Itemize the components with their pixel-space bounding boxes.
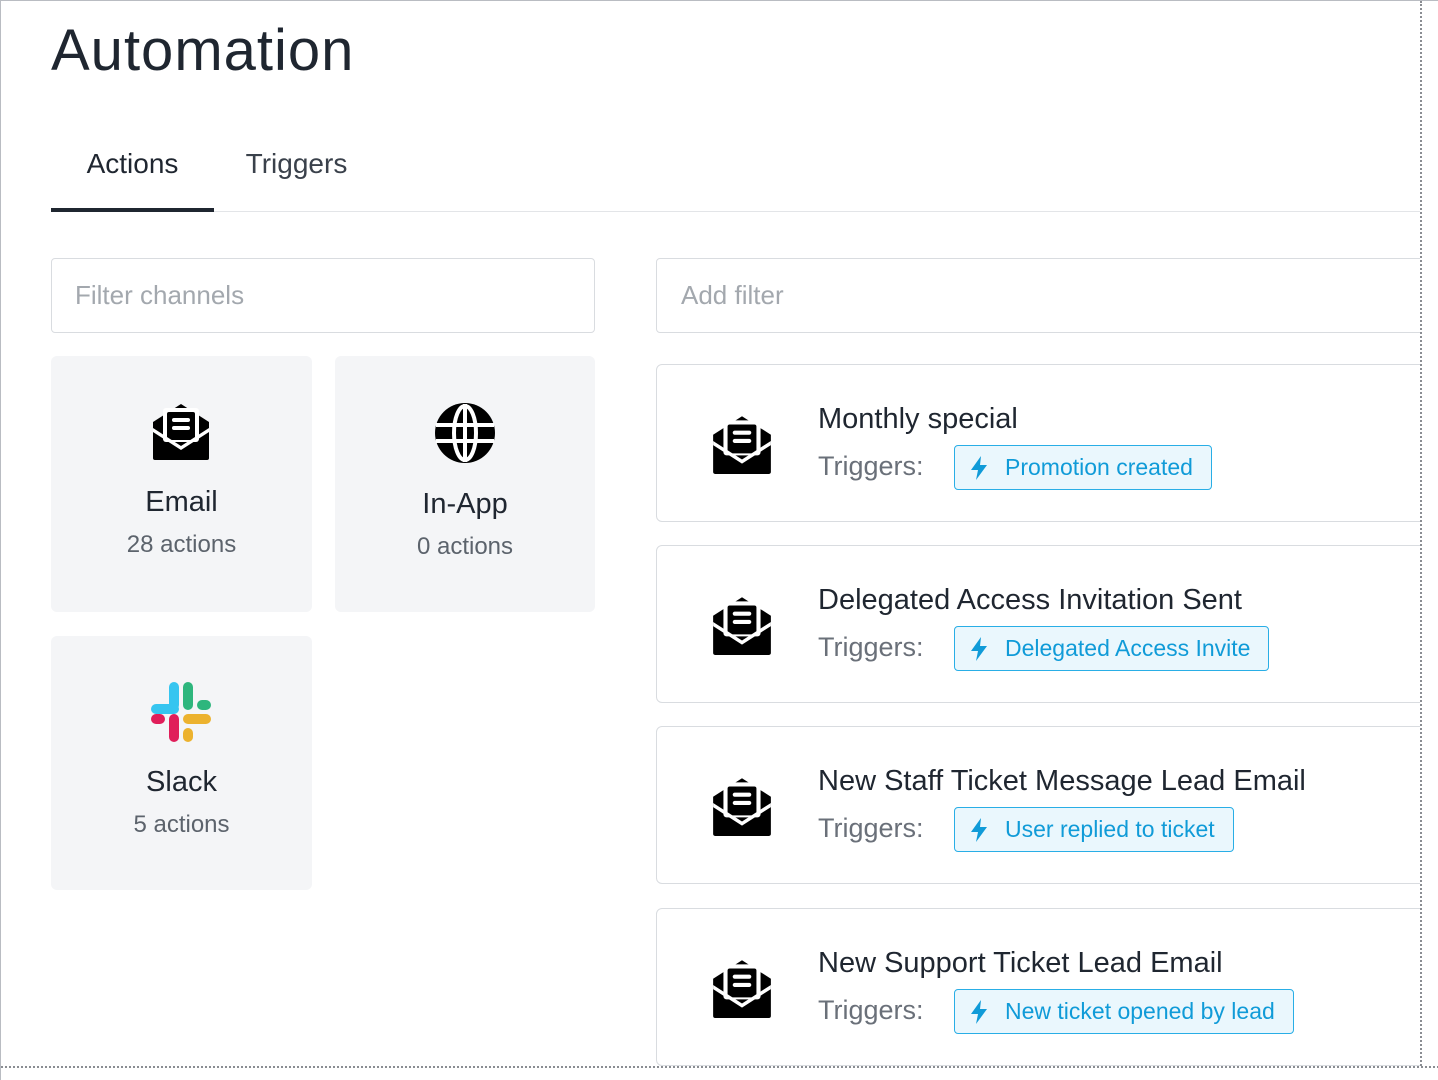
lightning-bolt-icon	[971, 818, 987, 842]
action-title: New Support Ticket Lead Email	[818, 947, 1223, 979]
triggers-label: Triggers:	[818, 451, 924, 481]
channel-card-slack[interactable]: Slack 5 actions	[51, 636, 312, 890]
app-window: Automation Actions Triggers Email 28 act…	[0, 0, 1438, 1080]
channel-action-count: 28 actions	[126, 531, 237, 558]
trigger-badge[interactable]: Delegated Access Invite	[954, 626, 1270, 671]
trigger-badge[interactable]: Promotion created	[954, 445, 1212, 490]
action-card-new-staff-ticket-message-lead-email[interactable]: New Staff Ticket Message Lead Email Trig…	[656, 726, 1438, 884]
trigger-badge[interactable]: User replied to ticket	[954, 807, 1234, 852]
tab-bar: Actions Triggers	[51, 119, 1421, 212]
envelope-open-text-icon	[713, 778, 771, 836]
filter-channels-input[interactable]	[51, 258, 595, 333]
channel-card-in-app[interactable]: In-App 0 actions	[335, 356, 595, 612]
triggers-label: Triggers:	[818, 813, 924, 843]
envelope-open-text-icon	[713, 960, 771, 1018]
action-card-new-support-ticket-lead-email[interactable]: New Support Ticket Lead Email Triggers: …	[656, 908, 1438, 1066]
lightning-bolt-icon	[971, 637, 987, 661]
torn-edge-right	[1420, 1, 1438, 1080]
envelope-open-text-icon	[713, 416, 771, 474]
trigger-name: Promotion created	[1005, 454, 1193, 480]
globe-icon	[435, 403, 495, 463]
lightning-bolt-icon	[971, 456, 987, 480]
torn-edge-bottom	[1, 1066, 1438, 1080]
trigger-badge[interactable]: New ticket opened by lead	[954, 989, 1294, 1034]
channel-action-count: 5 actions	[133, 811, 230, 838]
triggers-label: Triggers:	[818, 995, 924, 1025]
channel-name: Email	[145, 486, 218, 518]
add-filter-input[interactable]	[656, 258, 1438, 333]
trigger-name: New ticket opened by lead	[1005, 998, 1275, 1024]
channel-action-count: 0 actions	[416, 533, 514, 560]
page-title: Automation	[51, 18, 355, 83]
action-card-monthly-special[interactable]: Monthly special Triggers: Promotion crea…	[656, 364, 1438, 522]
action-title: Delegated Access Invitation Sent	[818, 584, 1242, 616]
action-card-delegated-access-invitation-sent[interactable]: Delegated Access Invitation Sent Trigger…	[656, 545, 1438, 703]
action-title: Monthly special	[818, 403, 1018, 435]
lightning-bolt-icon	[971, 1000, 987, 1024]
trigger-name: User replied to ticket	[1005, 816, 1215, 842]
action-title: New Staff Ticket Message Lead Email	[818, 765, 1306, 797]
slack-logo-icon	[151, 682, 211, 742]
trigger-name: Delegated Access Invite	[1005, 635, 1251, 661]
channel-name: In-App	[422, 488, 508, 520]
envelope-open-text-icon	[713, 597, 771, 655]
triggers-label: Triggers:	[818, 632, 924, 662]
channel-name: Slack	[146, 766, 217, 798]
envelope-open-text-icon	[153, 404, 209, 460]
channel-card-email[interactable]: Email 28 actions	[51, 356, 312, 612]
tab-actions[interactable]: Actions	[51, 119, 214, 212]
tab-triggers[interactable]: Triggers	[244, 119, 349, 212]
